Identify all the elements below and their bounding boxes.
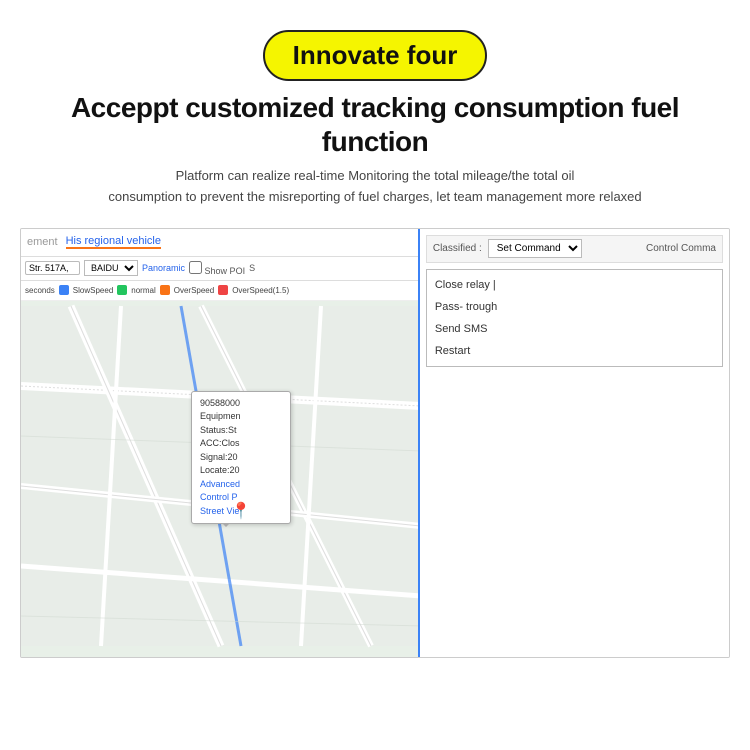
normal-label: normal: [131, 286, 155, 295]
tab-his-regional[interactable]: His regional vehicle: [66, 235, 161, 249]
right-top-bar: Classified : Set Command Control Comma: [426, 235, 723, 263]
control-command-label: Control Comma: [646, 243, 716, 254]
seconds-label: seconds: [25, 286, 55, 295]
command-send-sms[interactable]: Send SMS: [435, 318, 714, 340]
map-marker: 📍: [231, 501, 251, 521]
s-check: S: [249, 263, 255, 273]
legend-bar: seconds SlowSpeed normal OverSpeed OverS…: [21, 281, 418, 301]
top-bar: ement His regional vehicle: [21, 229, 418, 257]
badge-wrap: Innovate four: [263, 30, 488, 81]
command-menu: Close relay | Pass- trough Send SMS Rest…: [426, 269, 723, 367]
popup-id: 90588000: [200, 397, 282, 411]
popup-status: Status:St: [200, 424, 282, 438]
innovate-badge: Innovate four: [263, 30, 488, 81]
classified-label: Classified :: [433, 243, 482, 254]
main-title: Acceppt customized tracking consumption …: [20, 91, 730, 158]
page-container: Innovate four Acceppt customized trackin…: [0, 0, 750, 750]
toolbar: BAIDU Panoramic Show POI S: [21, 257, 418, 281]
normal-dot: [117, 285, 127, 295]
sub-title-line1: Platform can realize real-time Monitorin…: [176, 168, 575, 183]
sub-title-line2: consumption to prevent the misreporting …: [108, 189, 641, 204]
right-panel: Classified : Set Command Control Comma C…: [420, 229, 729, 658]
left-panel: ement His regional vehicle BAIDU Panoram…: [21, 229, 420, 658]
popup-link-advanced[interactable]: Advanced: [200, 478, 282, 492]
over-speed-dot: [160, 285, 170, 295]
tab-ement[interactable]: ement: [27, 236, 58, 248]
popup-equipment: Equipmen: [200, 410, 282, 424]
over-speed-label: OverSpeed: [174, 286, 214, 295]
panoramic-link[interactable]: Panoramic: [142, 263, 185, 273]
command-pass-trough[interactable]: Pass- trough: [435, 296, 714, 318]
popup-signal: Signal:20: [200, 451, 282, 465]
sub-title: Platform can realize real-time Monitorin…: [108, 166, 641, 208]
slow-speed-label: SlowSpeed: [73, 286, 113, 295]
command-restart[interactable]: Restart: [435, 340, 714, 362]
show-poi-checkbox[interactable]: [189, 261, 202, 274]
show-poi-check[interactable]: Show POI: [189, 261, 245, 276]
popup-locate: Locate:20: [200, 464, 282, 478]
popup-acc: ACC:Clos: [200, 437, 282, 451]
ui-screenshot: ement His regional vehicle BAIDU Panoram…: [20, 228, 730, 658]
map-select[interactable]: BAIDU: [84, 260, 138, 276]
over-speed-15-label: OverSpeed(1.5): [232, 286, 289, 295]
slow-speed-dot: [59, 285, 69, 295]
set-command-select[interactable]: Set Command: [488, 239, 582, 258]
map-area: 90588000 Equipmen Status:St ACC:Clos Sig…: [21, 301, 420, 651]
over-speed-15-dot: [218, 285, 228, 295]
command-close-relay[interactable]: Close relay |: [435, 274, 714, 296]
address-input[interactable]: [25, 261, 80, 275]
